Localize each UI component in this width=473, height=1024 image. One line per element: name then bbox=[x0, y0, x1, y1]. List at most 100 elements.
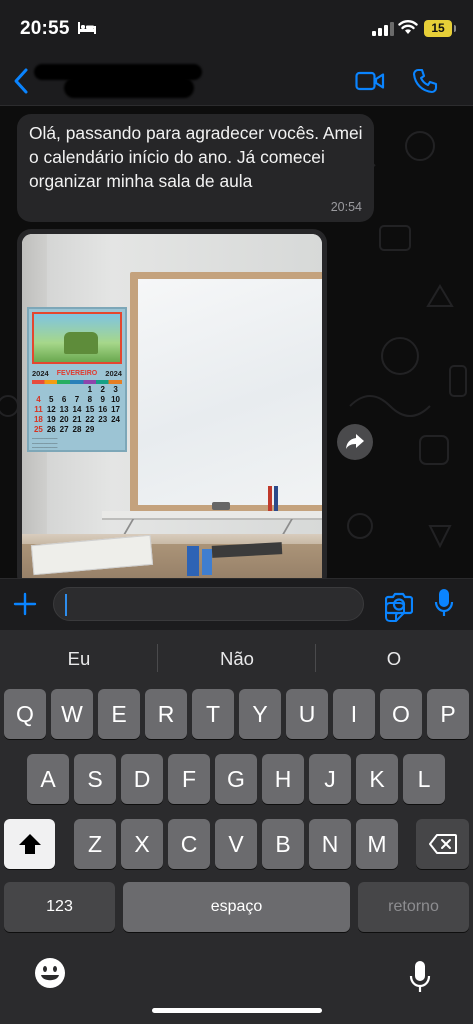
key-d[interactable]: D bbox=[121, 754, 163, 804]
key-z[interactable]: Z bbox=[74, 819, 116, 869]
calendar-day: 1 bbox=[87, 385, 93, 394]
calendar-day: 3 bbox=[113, 385, 118, 394]
suggestion-2[interactable]: Não bbox=[158, 648, 316, 670]
calendar-day: 23 bbox=[98, 415, 108, 424]
calendar-day: 6 bbox=[61, 395, 67, 404]
calendar-day bbox=[45, 385, 58, 395]
key-k[interactable]: K bbox=[356, 754, 398, 804]
key-b[interactable]: B bbox=[262, 819, 304, 869]
numbers-key[interactable]: 123 bbox=[4, 882, 115, 932]
calendar-illustration bbox=[32, 312, 122, 364]
suggestion-1[interactable]: Eu bbox=[0, 648, 158, 670]
calendar-day: 2 bbox=[100, 385, 105, 394]
status-time: 20:55 bbox=[20, 18, 70, 39]
contact-name-redacted[interactable] bbox=[34, 60, 204, 102]
key-o[interactable]: O bbox=[380, 689, 422, 739]
camera-icon[interactable] bbox=[385, 591, 413, 615]
calendar-day: 19 bbox=[46, 415, 56, 424]
wifi-icon bbox=[398, 20, 418, 34]
calendar-year-right: 2024 bbox=[105, 368, 122, 378]
key-i[interactable]: I bbox=[333, 689, 375, 739]
calendar-day: 11 bbox=[34, 405, 43, 414]
video-call-icon[interactable] bbox=[355, 70, 385, 92]
delete-key[interactable] bbox=[416, 819, 469, 869]
calendar-day: 28 bbox=[72, 425, 82, 434]
key-h[interactable]: H bbox=[262, 754, 304, 804]
bed-icon bbox=[78, 22, 96, 34]
calendar-days-grid: 1 2 3 4 5 6 7 8 9 10 11 12 13 14 15 16 17 18 19 20 21 22 23 24 2… bbox=[32, 385, 122, 435]
keyboard: Eu Não O Q W E R T Y U I O P A S D F G H… bbox=[0, 630, 473, 1024]
plus-attach-icon[interactable] bbox=[13, 592, 37, 616]
message-input-bar bbox=[0, 578, 473, 630]
microphone-icon[interactable] bbox=[434, 588, 454, 618]
calendar-day: 29 bbox=[85, 425, 95, 434]
key-u[interactable]: U bbox=[286, 689, 328, 739]
shift-key[interactable] bbox=[4, 819, 55, 869]
message-input[interactable] bbox=[66, 592, 326, 616]
calendar-year-left: 2024 bbox=[32, 368, 49, 378]
message-input-field[interactable] bbox=[53, 587, 405, 622]
key-q[interactable]: Q bbox=[4, 689, 46, 739]
calendar-day: 12 bbox=[46, 405, 56, 414]
calendar-day: 25 bbox=[33, 425, 43, 434]
classroom-photo[interactable]: 2024 FEVEREIRO 2024 1 2 3 4 5 6 7 8 9 10 11 12 13 14 1… bbox=[22, 234, 322, 578]
status-bar: 20:55 15 bbox=[0, 0, 473, 58]
home-indicator[interactable] bbox=[152, 1008, 322, 1013]
calendar-day: 5 bbox=[49, 395, 54, 404]
key-x[interactable]: X bbox=[121, 819, 163, 869]
battery-level: 15 bbox=[431, 21, 445, 35]
calendar-day: 20 bbox=[59, 415, 69, 424]
chat-header bbox=[0, 58, 473, 106]
message-bubble-received[interactable]: Olá, passando para agradecer vocês. Amei… bbox=[17, 114, 374, 222]
backspace-icon bbox=[428, 834, 457, 854]
chat-area[interactable]: Olá, passando para agradecer vocês. Amei… bbox=[0, 106, 473, 578]
calendar-day: 10 bbox=[111, 395, 121, 404]
key-j[interactable]: J bbox=[309, 754, 351, 804]
key-m[interactable]: M bbox=[356, 819, 398, 869]
dictation-mic-icon[interactable] bbox=[409, 960, 431, 994]
return-key[interactable]: retorno bbox=[358, 882, 469, 932]
forward-button[interactable] bbox=[337, 424, 373, 460]
calendar-day: 9 bbox=[100, 395, 105, 404]
message-text: Olá, passando para agradecer vocês. Amei… bbox=[29, 123, 363, 191]
battery-icon: 15 bbox=[424, 20, 456, 37]
calendar-day bbox=[32, 385, 45, 395]
key-l[interactable]: L bbox=[403, 754, 445, 804]
key-t[interactable]: T bbox=[192, 689, 234, 739]
key-n[interactable]: N bbox=[309, 819, 351, 869]
back-chevron-icon[interactable] bbox=[12, 67, 30, 95]
calendar-day: 27 bbox=[59, 425, 69, 434]
key-g[interactable]: G bbox=[215, 754, 257, 804]
calendar-day: 14 bbox=[72, 405, 82, 414]
calendar-day: 4 bbox=[36, 395, 41, 404]
key-a[interactable]: A bbox=[27, 754, 69, 804]
key-r[interactable]: R bbox=[145, 689, 187, 739]
key-f[interactable]: F bbox=[168, 754, 210, 804]
emoji-icon[interactable] bbox=[33, 956, 67, 990]
calendar-day bbox=[71, 385, 84, 395]
wall-calendar: 2024 FEVEREIRO 2024 1 2 3 4 5 6 7 8 9 10 11 12 13 14 1… bbox=[27, 307, 127, 452]
keyboard-suggestions: Eu Não O bbox=[0, 630, 473, 686]
key-v[interactable]: V bbox=[215, 819, 257, 869]
calendar-day: 22 bbox=[85, 415, 95, 424]
key-e[interactable]: E bbox=[98, 689, 140, 739]
phone-call-icon[interactable] bbox=[412, 68, 438, 94]
suggestion-3[interactable]: O bbox=[315, 648, 473, 670]
key-s[interactable]: S bbox=[74, 754, 116, 804]
whiteboard bbox=[138, 279, 322, 505]
calendar-day: 18 bbox=[33, 415, 43, 424]
calendar-day: 24 bbox=[111, 415, 121, 424]
key-y[interactable]: Y bbox=[239, 689, 281, 739]
calendar-day: 13 bbox=[59, 405, 69, 414]
message-time: 20:54 bbox=[330, 200, 362, 214]
calendar-month: FEVEREIRO bbox=[56, 369, 98, 377]
signal-icon bbox=[372, 22, 394, 36]
key-c[interactable]: C bbox=[168, 819, 210, 869]
calendar-day: 16 bbox=[98, 405, 108, 414]
calendar-day: 15 bbox=[85, 405, 95, 414]
calendar-day: 7 bbox=[74, 395, 80, 404]
space-key[interactable]: espaço bbox=[123, 882, 350, 932]
image-message[interactable]: 2024 FEVEREIRO 2024 1 2 3 4 5 6 7 8 9 10 11 12 13 14 1… bbox=[17, 229, 327, 578]
key-w[interactable]: W bbox=[51, 689, 93, 739]
key-p[interactable]: P bbox=[427, 689, 469, 739]
